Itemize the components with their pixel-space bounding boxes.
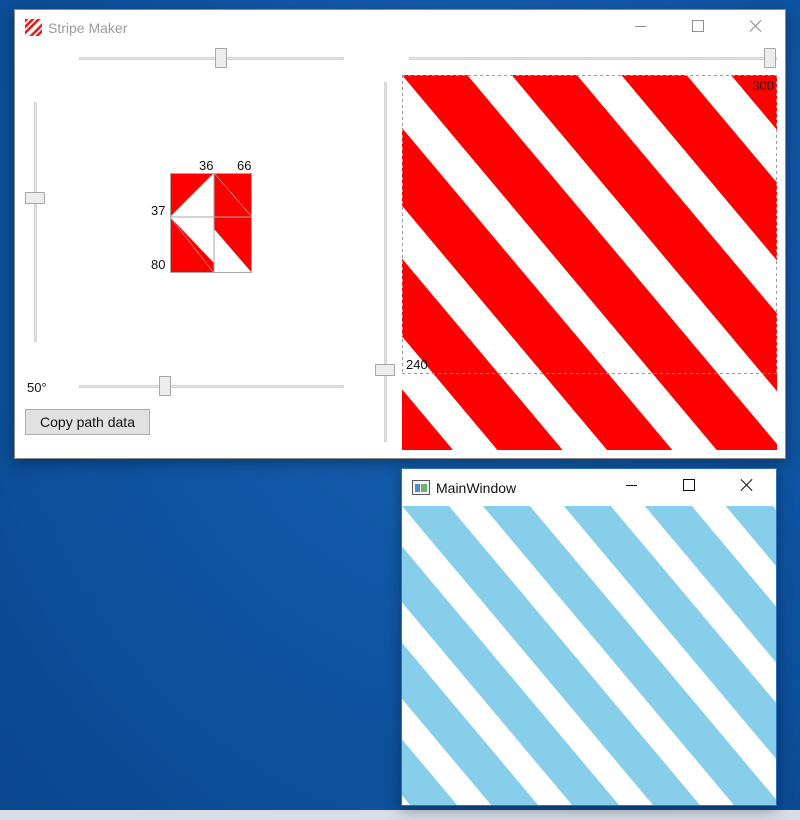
window-title: MainWindow: [436, 480, 517, 496]
slider-track: [34, 102, 37, 342]
slider-thumb[interactable]: [215, 48, 227, 68]
title-bar[interactable]: MainWindow: [402, 469, 776, 501]
taskbar-edge: [0, 810, 800, 820]
stripe-pattern: [402, 506, 776, 805]
slider-thumb[interactable]: [25, 192, 45, 204]
slider-track: [409, 57, 777, 60]
main-window: MainWindow: [401, 468, 777, 806]
stripe-maker-window: Stripe Maker 36 66 37 80 50° Copy path d…: [14, 9, 786, 459]
maximize-button[interactable]: [666, 469, 712, 501]
slider-track: [79, 385, 344, 388]
minimize-button[interactable]: [617, 10, 663, 42]
canvas-width-label: 300: [752, 78, 774, 93]
minimize-icon: [634, 25, 646, 27]
window-icon: [412, 480, 430, 495]
minimize-icon: [625, 484, 637, 486]
close-button[interactable]: [733, 10, 779, 42]
tile-label-left-lower: 80: [151, 257, 166, 272]
slider-thumb[interactable]: [375, 364, 395, 376]
stripe-canvas[interactable]: 300 240: [402, 75, 777, 450]
copy-path-data-button[interactable]: Copy path data: [25, 409, 150, 435]
slider-track: [384, 82, 387, 442]
tile-label-top-left: 36: [199, 158, 214, 173]
blue-stripe-canvas: [402, 506, 776, 805]
tile-label-top-right: 66: [237, 158, 252, 173]
minimize-button[interactable]: [608, 469, 654, 501]
close-button[interactable]: [724, 469, 770, 501]
close-icon: [749, 19, 763, 33]
canvas-height-label: 240: [406, 357, 428, 372]
angle-label: 50°: [27, 380, 47, 395]
slider-thumb[interactable]: [764, 48, 776, 68]
window-title: Stripe Maker: [48, 20, 128, 36]
slider-track: [79, 57, 344, 60]
tile-label-left-upper: 37: [151, 203, 166, 218]
title-bar[interactable]: Stripe Maker: [15, 10, 785, 42]
maximize-icon: [683, 479, 695, 491]
tile-preview[interactable]: [170, 173, 252, 273]
maximize-icon: [692, 20, 704, 32]
slider-thumb[interactable]: [159, 376, 171, 396]
stripe-icon: [25, 19, 42, 36]
maximize-button[interactable]: [675, 10, 721, 42]
close-icon: [740, 478, 754, 492]
stripe-pattern: [402, 75, 777, 450]
